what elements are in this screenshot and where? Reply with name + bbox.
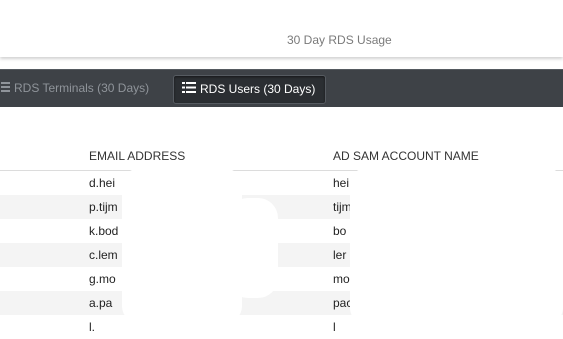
redaction-mask [122,168,242,324]
column-header-email[interactable]: EMAIL ADDRESS [89,149,185,163]
report-header: 30 Day RDS Usage [0,0,563,57]
email-cell: a.pa [89,296,113,310]
ad-sam-cell: bo [333,224,347,238]
tab-rds-terminals[interactable]: RDS Terminals (30 Days) [0,75,155,102]
redaction-mask [350,168,563,324]
report-title: 30 Day RDS Usage [287,33,392,47]
email-cell: d.hei [89,176,116,190]
list-icon [0,75,10,102]
ad-sam-cell: l [333,320,336,334]
ad-sam-cell: hei [333,176,350,190]
redaction-mask [228,198,278,298]
ad-sam-cell: tijm [333,200,352,214]
email-cell: c.lem [89,248,118,262]
users-table: EMAIL ADDRESS AD SAM ACCOUNT NAME d.hei … [0,106,563,334]
email-cell: k.bod [89,224,119,238]
tab-label: RDS Users (30 Days) [200,82,316,96]
email-cell: l. [89,320,95,334]
ad-sam-cell: mo [333,272,350,286]
tab-label: RDS Terminals (30 Days) [14,81,150,95]
list-icon [182,76,196,103]
tab-rds-users[interactable]: RDS Users (30 Days) [173,75,327,104]
ad-sam-cell: ler [333,248,347,262]
email-cell: p.tijm [89,200,118,214]
report-toolbar: RDS Terminals (30 Days) RDS Users (30 Da… [0,69,563,107]
column-header-ad-sam-account-name[interactable]: AD SAM ACCOUNT NAME [333,149,479,163]
email-cell: g.mo [89,272,116,286]
